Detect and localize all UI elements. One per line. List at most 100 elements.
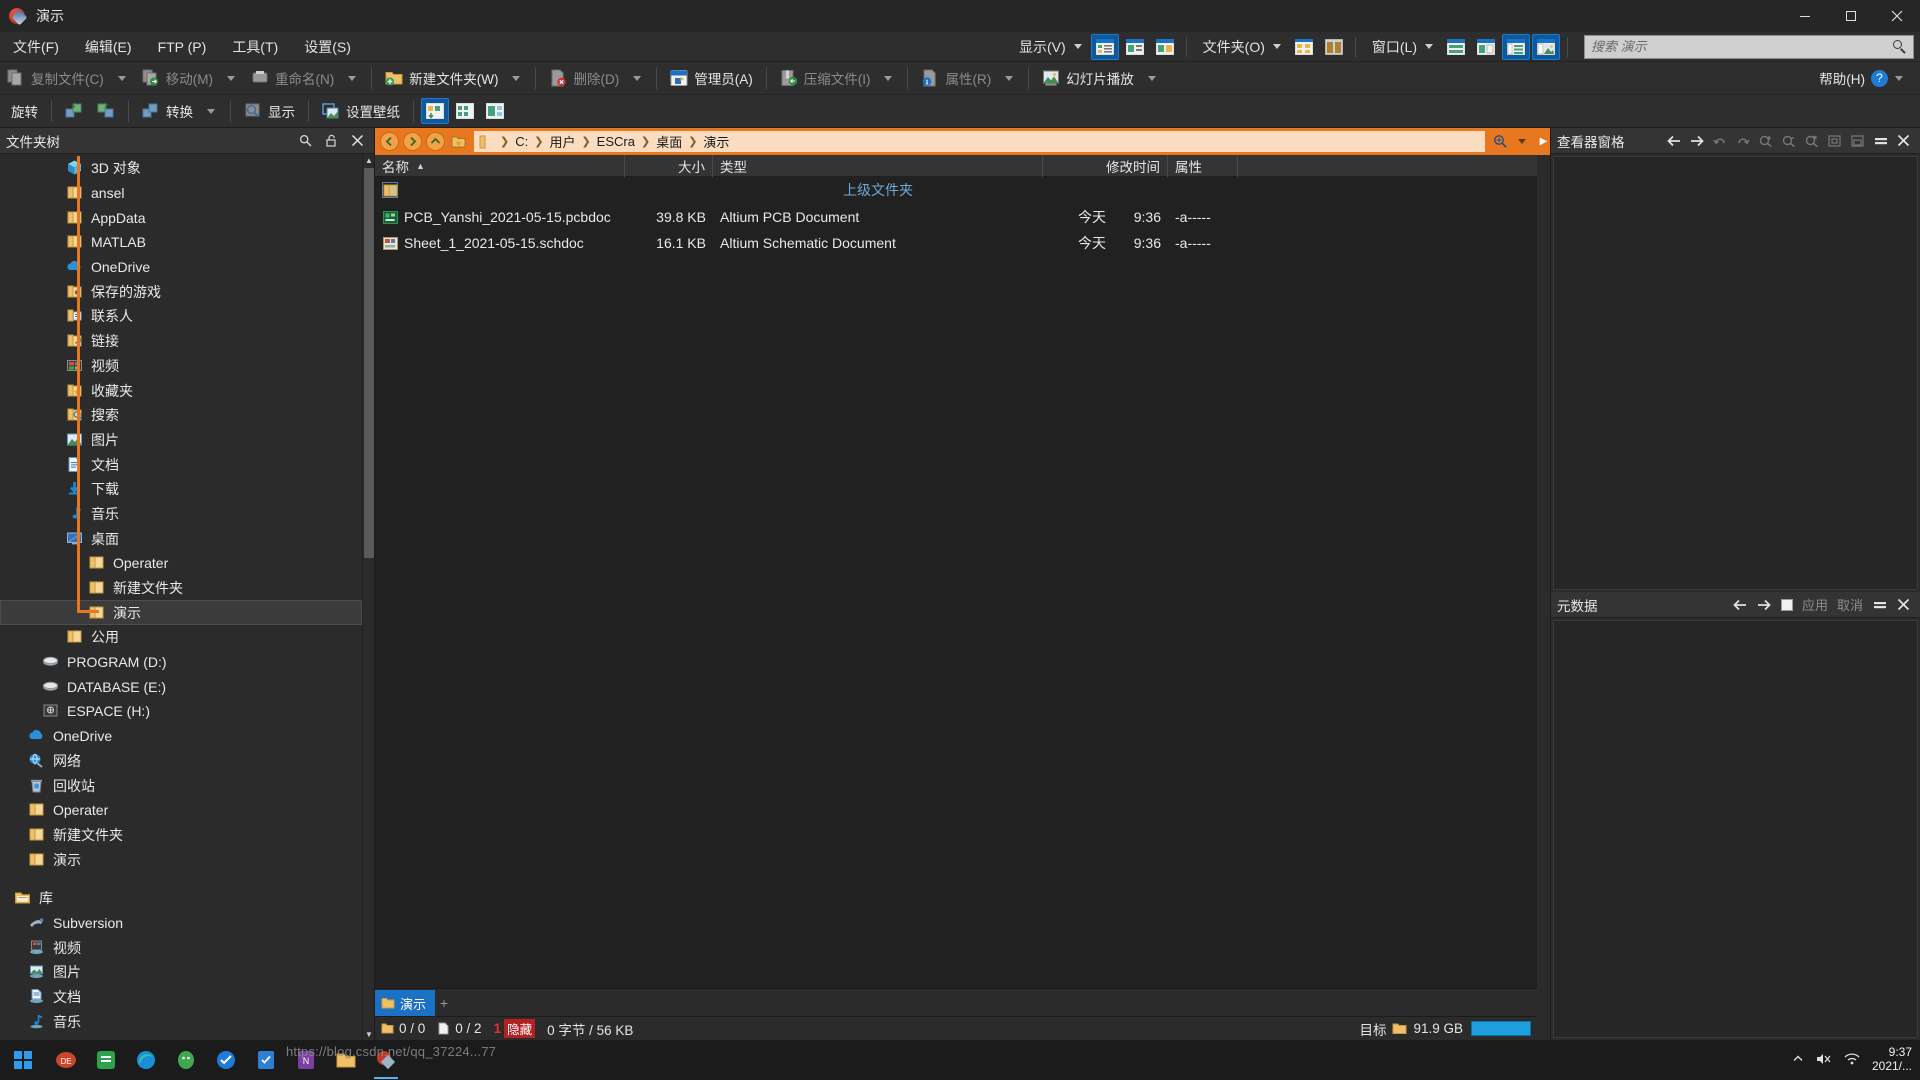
viewer-close-icon[interactable] (1896, 133, 1911, 149)
viewer-zoom-reset-icon[interactable] (1804, 133, 1819, 149)
viewer-forward-icon[interactable] (1689, 133, 1704, 149)
tree-item-onedrive[interactable]: OneDrive (0, 255, 362, 280)
tree-item-下载[interactable]: 下载 (0, 477, 362, 502)
metadata-close-icon[interactable] (1896, 597, 1911, 613)
menu-settings[interactable]: 设置(S) (291, 32, 364, 62)
convert-button[interactable]: 转换 (136, 98, 199, 125)
rename-dropdown-icon[interactable] (348, 76, 356, 81)
taskbar-app-edge-icon[interactable] (126, 1040, 166, 1080)
metadata-forward-icon[interactable] (1757, 597, 1772, 613)
taskbar-app-antivirus-icon[interactable] (206, 1040, 246, 1080)
folder-favorites-button[interactable] (1290, 34, 1318, 60)
column-modified[interactable]: 修改时间 (1043, 155, 1168, 177)
scrollbar-thumb[interactable] (364, 168, 374, 558)
window-chevron-down-icon[interactable] (1425, 44, 1433, 49)
tree-item-database-e-[interactable]: DATABASE (E:) (0, 674, 362, 699)
nav-forward-button[interactable] (403, 132, 422, 151)
tree-item-保存的游戏[interactable]: 保存的游戏 (0, 279, 362, 304)
set-wallpaper-button[interactable]: 设置壁纸 (316, 98, 406, 125)
file-row[interactable]: PCB_Yanshi_2021-05-15.pcbdoc39.8 KBAltiu… (375, 204, 1537, 231)
column-attributes[interactable]: 属性 (1168, 155, 1238, 177)
view-mode-details-button[interactable] (1091, 34, 1119, 60)
close-button[interactable] (1874, 0, 1920, 32)
file-row[interactable]: Sheet_1_2021-05-15.schdoc16.1 KBAltium S… (375, 230, 1537, 257)
tree-item-3d-对象[interactable]: 3D 对象 (0, 156, 362, 181)
breadcrumb-segment[interactable]: ESCra (597, 134, 635, 149)
rename-button[interactable]: 重命名(N) (245, 65, 340, 92)
properties-button[interactable]: 属性(R) (915, 65, 997, 92)
tab-yanshi[interactable]: 演示 (375, 990, 435, 1016)
view-icons-large-button[interactable] (421, 98, 449, 124)
tree-item-新建文件夹[interactable]: 新建文件夹 (0, 823, 362, 848)
tree-item-program-d-[interactable]: PROGRAM (D:) (0, 650, 362, 675)
viewer-undo-icon[interactable] (1712, 133, 1727, 149)
expand-right-arrow-icon[interactable]: ▶ (1537, 128, 1550, 155)
viewer-zoom-in-icon[interactable] (1758, 133, 1773, 149)
tree-item-公用[interactable]: 公用 (0, 625, 362, 650)
display-button[interactable]: 显示 (238, 98, 301, 125)
maximize-button[interactable] (1828, 0, 1874, 32)
taskbar-app-todo-icon[interactable] (246, 1040, 286, 1080)
viewer-redo-icon[interactable] (1735, 133, 1750, 149)
rotate-left-button[interactable] (59, 98, 89, 125)
viewer-zoom-out-icon[interactable] (1781, 133, 1796, 149)
breadcrumb[interactable]: ❯C:❯用户❯ESCra❯桌面❯演示 (474, 131, 1485, 152)
metadata-back-icon[interactable] (1733, 597, 1748, 613)
taskbar-app-edge-legacy-icon[interactable]: DE (46, 1040, 86, 1080)
tree-item-文档[interactable]: 文档 (0, 452, 362, 477)
breadcrumb-segment[interactable]: 演示 (703, 132, 729, 151)
clock[interactable]: 9:37 2021/... (1872, 1046, 1912, 1074)
breadcrumb-segment[interactable]: 用户 (549, 132, 575, 151)
folder-tree-scrollbar[interactable]: ▲ ▼ (362, 154, 374, 1040)
tree-item-演示[interactable]: 演示 (0, 600, 362, 625)
start-button[interactable] (0, 1040, 46, 1080)
search-input[interactable] (1591, 39, 1893, 54)
favorites-button[interactable] (449, 132, 468, 151)
metadata-cancel-label[interactable]: 取消 (1837, 595, 1863, 614)
tree-item-音乐[interactable]: 音乐 (0, 1009, 362, 1034)
metadata-minimize-icon[interactable] (1872, 597, 1887, 613)
viewer-fit-icon[interactable] (1827, 133, 1842, 149)
view-menu-label[interactable]: 显示(V) (1009, 37, 1072, 57)
tree-item-operater[interactable]: Operater (0, 798, 362, 823)
viewer-actual-size-icon[interactable] (1850, 133, 1865, 149)
tree-search-icon[interactable] (297, 133, 313, 149)
nav-up-button[interactable] (426, 132, 445, 151)
tray-volume-muted-icon[interactable] (1816, 1052, 1832, 1069)
view-mode-list-button[interactable] (1121, 34, 1149, 60)
layout-viewer-panel-button[interactable] (1532, 34, 1560, 60)
admin-button[interactable]: 管理员(A) (664, 65, 759, 92)
parent-folder-link[interactable]: 上级文件夹 (843, 180, 913, 200)
window-menu-label[interactable]: 窗口(L) (1362, 37, 1423, 57)
menu-edit[interactable]: 编辑(E) (72, 32, 145, 62)
slideshow-button[interactable]: 幻灯片播放 (1036, 65, 1140, 92)
delete-dropdown-icon[interactable] (633, 76, 641, 81)
tray-network-icon[interactable] (1844, 1052, 1860, 1069)
viewer-back-icon[interactable] (1666, 133, 1681, 149)
tree-item-图片[interactable]: 图片 (0, 960, 362, 985)
tree-item-桌面[interactable]: 桌面 (0, 526, 362, 551)
move-button[interactable]: 移动(M) (136, 65, 219, 92)
tree-item-图片[interactable]: 图片 (0, 428, 362, 453)
folder-chevron-down-icon[interactable] (1273, 44, 1281, 49)
viewer-minimize-icon[interactable] (1873, 133, 1888, 149)
view-mode-thumbnails-button[interactable] (1151, 34, 1179, 60)
column-name[interactable]: 名称▲ (375, 155, 625, 177)
column-type[interactable]: 类型 (713, 155, 1043, 177)
tree-item-onedrive[interactable]: OneDrive (0, 724, 362, 749)
column-size[interactable]: 大小 (625, 155, 713, 177)
rotate-button[interactable]: 旋转 (1, 98, 44, 125)
layout-vertical-button[interactable] (1472, 34, 1500, 60)
folder-open-dual-button[interactable] (1320, 34, 1348, 60)
folder-menu-label[interactable]: 文件夹(O) (1193, 37, 1271, 57)
metadata-canvas[interactable] (1553, 620, 1918, 1038)
properties-dropdown-icon[interactable] (1005, 76, 1013, 81)
tree-item-演示[interactable]: 演示 (0, 847, 362, 872)
tree-item-回收站[interactable]: 回收站 (0, 773, 362, 798)
minimize-button[interactable] (1782, 0, 1828, 32)
menu-ftp[interactable]: FTP (P) (145, 32, 220, 62)
nav-back-button[interactable] (380, 132, 399, 151)
file-list-rows[interactable]: 上级文件夹 PCB_Yanshi_2021-05-15.pcbdoc39.8 KB… (375, 177, 1537, 988)
breadcrumb-segment[interactable]: C: (515, 134, 528, 149)
menu-tools[interactable]: 工具(T) (219, 32, 291, 62)
